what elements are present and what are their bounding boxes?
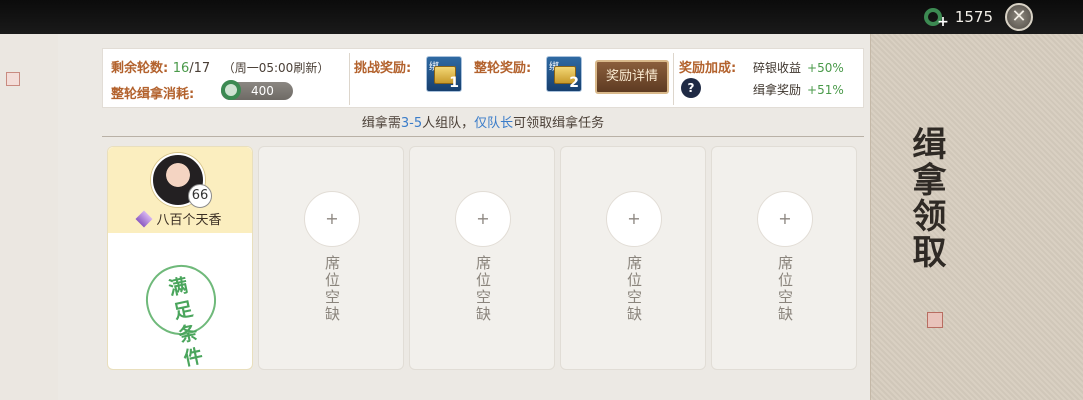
jade-coin-icon <box>221 80 241 100</box>
reward-detail-button[interactable]: 奖励详情 <box>595 60 669 94</box>
add-member-button[interactable]: + <box>455 191 511 247</box>
side-title-panel: 缉拿领取 <box>870 34 1083 400</box>
currency-value: 1575 <box>954 8 993 26</box>
empty-slot[interactable]: + 席位空缺 <box>711 146 857 370</box>
condition-met-stamp: 满 足 条 件 <box>139 258 223 370</box>
note-mid: 人组队， <box>422 116 475 131</box>
challenge-reward-label: 挑战奖励: <box>354 61 412 76</box>
bonus-row: 奖励加成: <box>679 57 736 76</box>
stamp-char: 件 <box>181 344 205 371</box>
round-reward-row: 整轮奖励: <box>474 57 531 76</box>
rounds-label: 剩余轮数: <box>111 61 169 76</box>
member-slot[interactable]: 66 八百个天香 满 足 条 件 <box>107 146 253 370</box>
bonus-pct: +51% <box>807 83 844 97</box>
member-header: 66 八百个天香 <box>108 147 252 233</box>
round-reward-label: 整轮奖励: <box>474 61 532 76</box>
add-member-button[interactable]: + <box>757 191 813 247</box>
cost-label: 整轮缉拿消耗: <box>111 87 195 102</box>
empty-slot[interactable]: + 席位空缺 <box>560 146 706 370</box>
top-bar: + 1575 ✕ <box>0 0 1083 34</box>
side-title: 缉拿领取 <box>906 126 946 270</box>
gem-icon <box>135 210 153 228</box>
left-decoration <box>0 34 58 400</box>
note-leader: 仅队长 <box>474 116 514 131</box>
empty-slot-label: 席位空缺 <box>323 255 341 323</box>
jade-coin-icon: + <box>923 6 949 30</box>
divider <box>673 53 674 105</box>
round-reward-chest[interactable]: 绑 2 <box>546 56 582 92</box>
bonus-pct: +50% <box>807 61 844 75</box>
refresh-note: （周一05:00刷新） <box>222 61 330 75</box>
empty-slot-label: 席位空缺 <box>474 255 492 323</box>
divider <box>349 53 350 105</box>
note-suffix: 可领取缉拿任务 <box>513 116 605 131</box>
level-badge: 66 <box>188 184 212 208</box>
seal-stamp-icon <box>6 72 20 86</box>
bonus-name: 缉拿奖励 <box>753 83 802 97</box>
bonus-label: 奖励加成: <box>679 61 737 76</box>
challenge-reward-row: 挑战奖励: <box>354 57 411 76</box>
close-button[interactable]: ✕ <box>1005 3 1033 31</box>
challenge-reward-chest[interactable]: 绑 1 <box>426 56 462 92</box>
close-icon: ✕ <box>1011 6 1027 27</box>
empty-slot-label: 席位空缺 <box>625 255 643 323</box>
add-member-button[interactable]: + <box>304 191 360 247</box>
note-range: 3-5 <box>400 116 423 131</box>
empty-slot[interactable]: + 席位空缺 <box>258 146 404 370</box>
cost-row: 整轮缉拿消耗: <box>111 83 194 102</box>
empty-slot-label: 席位空缺 <box>776 255 794 323</box>
bonus-name: 碎银收益 <box>753 61 802 75</box>
add-member-button[interactable]: + <box>606 191 662 247</box>
currency-display[interactable]: + 1575 <box>923 5 993 30</box>
bonus-item: 碎银收益 +50% <box>753 59 844 76</box>
seal-stamp-icon <box>927 312 943 328</box>
rounds-total: /17 <box>189 61 211 76</box>
note-prefix: 缉拿需 <box>361 116 401 131</box>
rounds-current: 16 <box>172 61 190 76</box>
team-requirement-note: 缉拿需3-5人组队，仅队长可领取缉拿任务 <box>102 112 864 131</box>
member-name-row: 八百个天香 <box>108 209 252 228</box>
chest-count: 2 <box>569 75 579 91</box>
info-panel: 剩余轮数: 16/17 （周一05:00刷新） 整轮缉拿消耗: 400 挑战奖励… <box>102 48 864 108</box>
help-icon[interactable]: ? <box>681 78 701 98</box>
empty-slot[interactable]: + 席位空缺 <box>409 146 555 370</box>
divider <box>102 136 864 137</box>
bonus-item: 缉拿奖励 +51% <box>753 81 844 98</box>
member-name: 八百个天香 <box>156 213 222 228</box>
chest-count: 1 <box>449 75 459 91</box>
rounds-row: 剩余轮数: 16/17 （周一05:00刷新） <box>111 57 329 76</box>
cost-value: 400 <box>251 84 274 98</box>
